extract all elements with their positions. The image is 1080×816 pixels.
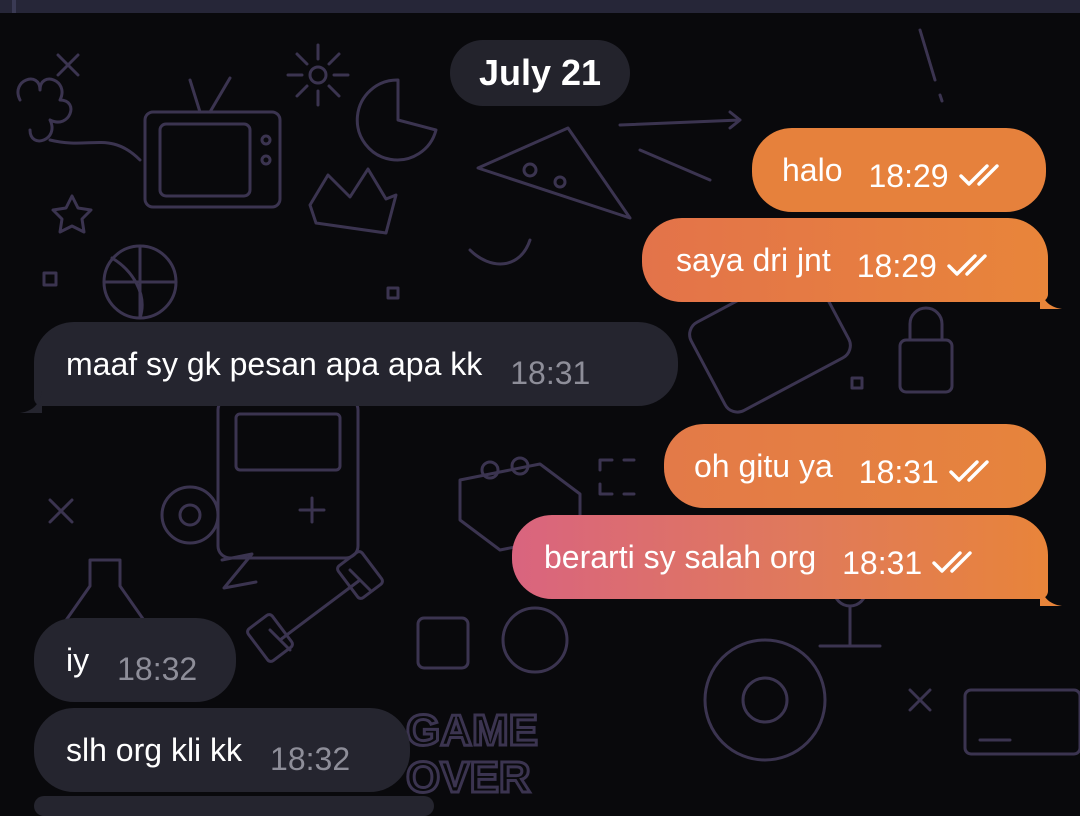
message-text: maaf sy gk pesan apa apa kk (66, 345, 483, 382)
message-bubble-outgoing[interactable]: saya dri jnt 18:29 (642, 218, 1062, 309)
message-bubble-incoming[interactable]: iy 18:32 (34, 618, 236, 702)
message-bubble-partial (34, 796, 434, 816)
message-time: 18:29 (868, 157, 949, 194)
bubble-tail (20, 384, 42, 413)
top-bar (0, 0, 1080, 13)
wallpaper-over-text: OVER (406, 753, 531, 802)
message-text: iy (66, 641, 90, 678)
message-time: 18:32 (117, 650, 198, 687)
double-check-icon (947, 254, 987, 276)
bubble-tail (1040, 280, 1062, 309)
message-text: oh gitu ya (694, 447, 833, 484)
date-separator: July 21 (450, 40, 630, 106)
message-bubble-outgoing[interactable]: halo 18:29 (752, 128, 1046, 212)
message-text: saya dri jnt (676, 241, 831, 278)
message-bubble-outgoing[interactable]: oh gitu ya 18:31 (664, 424, 1046, 508)
double-check-icon (949, 460, 989, 482)
bubble-tail (1040, 577, 1062, 606)
message-bubble-incoming[interactable]: maaf sy gk pesan apa apa kk 18:31 (20, 322, 678, 413)
message-time: 18:29 (856, 247, 937, 284)
double-check-icon (932, 551, 972, 573)
message-bubble-outgoing[interactable]: berarti sy salah org 18:31 (512, 515, 1062, 606)
double-check-icon (958, 164, 999, 186)
message-time: 18:31 (510, 354, 591, 391)
message-text: berarti sy salah org (544, 538, 817, 575)
wallpaper-game-text: GAME (406, 706, 538, 755)
message-text: halo (782, 151, 843, 188)
message-time: 18:31 (858, 453, 939, 490)
message-bubble-incoming[interactable]: slh org kli kk 18:32 (34, 708, 410, 792)
message-text: slh org kli kk (66, 731, 243, 768)
message-time: 18:31 (842, 544, 923, 581)
message-time: 18:32 (270, 740, 351, 777)
